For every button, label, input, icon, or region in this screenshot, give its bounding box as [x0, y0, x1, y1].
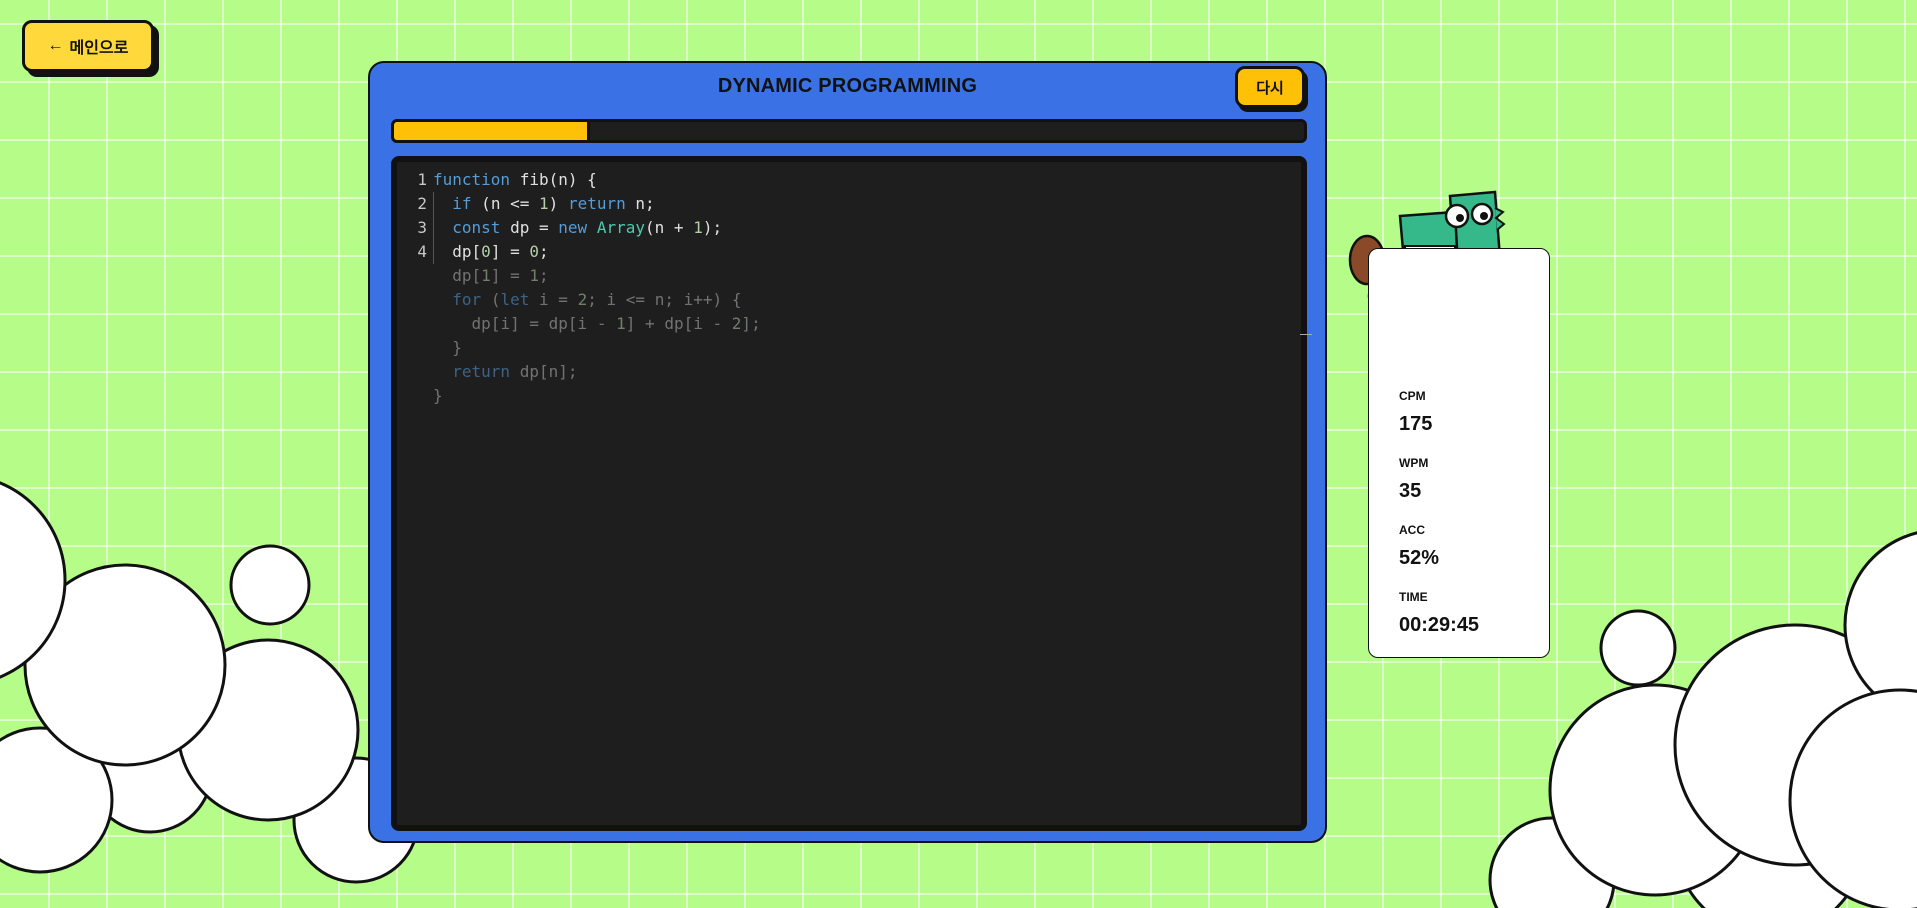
arrow-left-icon: ←: [47, 37, 64, 54]
line-number: 2: [417, 194, 427, 213]
code-text: if (n <= 1) return n;: [452, 194, 655, 213]
stats-card: CPM 175 WPM 35 ACC 52% TIME 00:29:45: [1368, 248, 1550, 658]
stat-value: 175: [1399, 413, 1433, 435]
code-line: 3 const dp = new Array(n + 1);: [397, 216, 722, 240]
code-text: }: [433, 386, 443, 405]
line-number: 3: [417, 218, 427, 237]
indent-guide: [433, 192, 434, 264]
stat-value: 35: [1399, 480, 1422, 502]
left-cloud: [0, 481, 420, 884]
back-to-main-button[interactable]: ← 메인으로: [22, 20, 154, 72]
retry-button[interactable]: 다시: [1235, 66, 1305, 108]
page-title: DYNAMIC PROGRAMMING: [717, 75, 978, 97]
stat-value: 00:29:45: [1399, 614, 1480, 636]
back-button-label: 메인으로: [69, 40, 129, 57]
code-text: function fib(n) {: [433, 170, 597, 189]
stat-label: ACC: [1399, 523, 1425, 537]
code-text: }: [452, 338, 462, 357]
stat-wpm: WPM 35: [1399, 456, 1428, 503]
code-text: for (let i = 2; i <= n; i++) {: [452, 290, 742, 309]
stat-time: TIME 00:29:45: [1399, 590, 1479, 637]
code-line: 2 if (n <= 1) return n;: [397, 192, 654, 216]
code-text: return dp[n];: [452, 362, 578, 381]
stat-label: WPM: [1399, 456, 1429, 470]
cursor-marker: [1300, 334, 1312, 335]
progress-bar: [391, 119, 1307, 143]
stat-label: CPM: [1399, 389, 1426, 403]
stat-value: 52%: [1399, 547, 1440, 569]
typing-panel: DYNAMIC PROGRAMMING 다시 1 function fib(n) …: [368, 61, 1327, 843]
stat-acc: ACC 52%: [1399, 523, 1439, 570]
progress-fill: [394, 122, 590, 140]
code-text: dp[1] = 1;: [452, 266, 549, 285]
code-line: 1 function fib(n) {: [397, 168, 596, 192]
line-number: 1: [417, 170, 427, 189]
stat-label: TIME: [1399, 590, 1428, 604]
code-text: dp[i] = dp[i - 1] + dp[i - 2];: [471, 314, 761, 333]
stat-cpm: CPM 175: [1399, 389, 1432, 436]
code-text: dp[0] = 0;: [452, 242, 549, 261]
code-editor[interactable]: 1 function fib(n) { 2 if (n <= 1) return n…: [391, 156, 1312, 831]
right-cloud: [1488, 531, 1917, 908]
code-line: 4 dp[0] = 0;: [397, 240, 548, 264]
line-number: 4: [417, 242, 427, 261]
code-text: const dp = new Array(n + 1);: [452, 218, 723, 237]
